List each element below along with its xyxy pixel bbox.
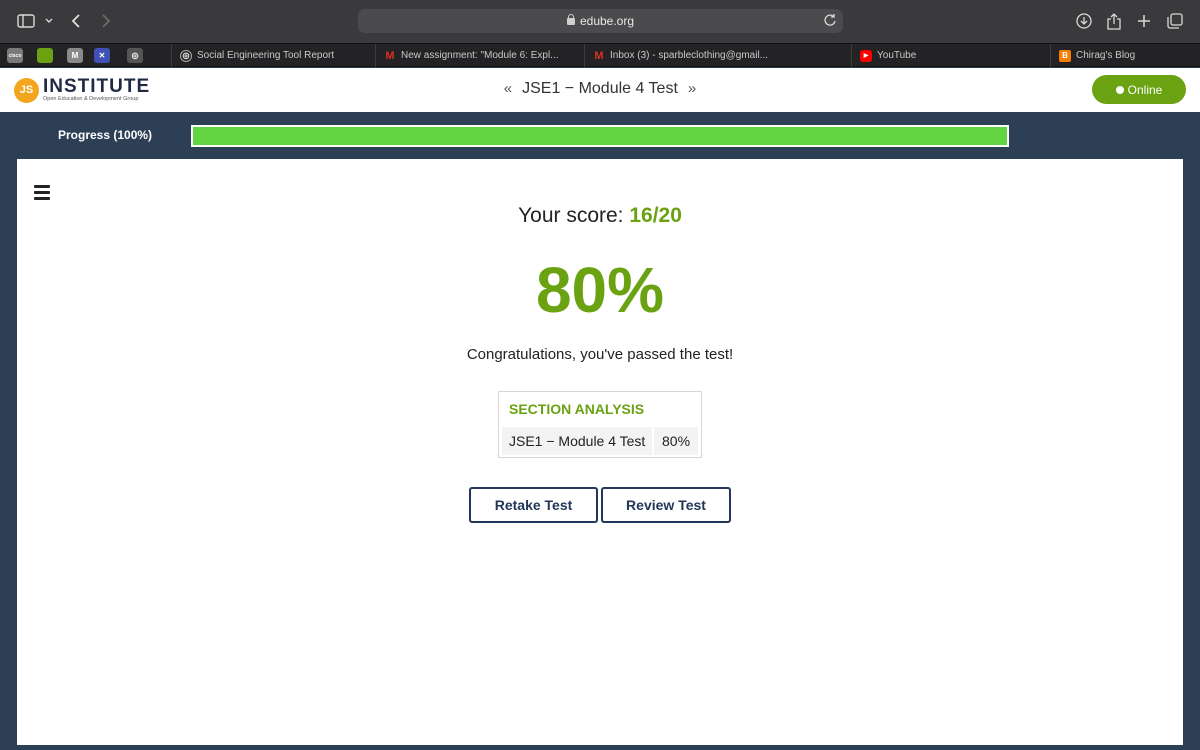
- pinned-tab-label: ✕: [98, 51, 106, 60]
- tab-title: New assignment: "Module 6: Expl...: [401, 50, 559, 61]
- tab-title: Chirag's Blog: [1076, 50, 1136, 61]
- congratulations-message: Congratulations, you've passed the test!: [466, 346, 734, 363]
- tab-chirags-blog[interactable]: B Chirag's Blog: [1050, 44, 1200, 67]
- gmail-icon: M: [594, 49, 604, 62]
- section-analysis-table: SECTION ANALYSIS JSE1 − Module 4 Test 80…: [498, 391, 702, 458]
- tab-title: Inbox (3) - sparbleclothing@gmail...: [610, 50, 768, 61]
- next-arrow-icon[interactable]: »: [688, 80, 696, 97]
- score-line: Your score: 16/20: [17, 204, 1183, 228]
- chevron-down-icon[interactable]: [42, 8, 56, 34]
- tab-bar: cisco M ✕ ◎ ◎ Social Engineering Tool Re…: [0, 43, 1200, 67]
- previous-arrow-icon[interactable]: «: [504, 80, 512, 97]
- pinned-tab-label: cisco: [8, 52, 22, 59]
- menu-icon[interactable]: [34, 185, 50, 201]
- site-header: JS INSTITUTE Open Education & Developmen…: [0, 68, 1200, 112]
- sidebar-icon[interactable]: [14, 8, 38, 34]
- reload-icon[interactable]: [823, 13, 837, 27]
- url-text: edube.org: [579, 14, 635, 28]
- section-score: 80%: [662, 433, 691, 449]
- online-status-button[interactable]: Online: [1092, 75, 1186, 104]
- retake-test-button[interactable]: Retake Test: [469, 487, 598, 523]
- pinned-tab-openai[interactable]: ◎: [127, 48, 143, 63]
- pinned-tab-x[interactable]: ✕: [94, 48, 110, 63]
- share-icon[interactable]: [1104, 8, 1124, 34]
- test-title-bar: « JSE1 − Module 4 Test »: [0, 80, 1200, 98]
- score-value: 16/20: [629, 204, 682, 227]
- youtube-icon: ▶: [860, 49, 872, 62]
- pinned-tab-label: ◎: [131, 51, 139, 60]
- blogger-icon: B: [1059, 49, 1071, 62]
- tab-social-engineering[interactable]: ◎ Social Engineering Tool Report: [171, 44, 361, 67]
- tab-youtube[interactable]: ▶ YouTube: [851, 44, 991, 67]
- score-percent: 80%: [535, 254, 665, 326]
- section-analysis-title: SECTION ANALYSIS: [509, 401, 645, 417]
- status-dot-icon: [1115, 85, 1124, 94]
- pinned-tab-m[interactable]: M: [67, 48, 83, 63]
- review-test-button[interactable]: Review Test: [601, 487, 731, 523]
- chatgpt-icon: ◎: [180, 49, 192, 62]
- lock-icon: [566, 14, 575, 25]
- tab-title: YouTube: [877, 50, 917, 61]
- tab-new-assignment[interactable]: M New assignment: "Module 6: Expl...: [375, 44, 570, 67]
- tab-inbox[interactable]: M Inbox (3) - sparbleclothing@gmail...: [584, 44, 780, 67]
- score-label: Your score:: [518, 204, 624, 227]
- progress-bar: [191, 125, 1009, 147]
- tabs-overview-icon[interactable]: [1164, 8, 1186, 34]
- table-row: JSE1 − Module 4 Test 80%: [502, 427, 698, 455]
- section-name: JSE1 − Module 4 Test: [502, 427, 654, 455]
- progress-label: Progress (100%): [58, 128, 153, 142]
- browser-toolbar: edube.org: [0, 0, 1200, 43]
- back-arrow-icon[interactable]: [66, 8, 86, 34]
- download-icon[interactable]: [1074, 8, 1094, 34]
- gmail-icon: M: [385, 49, 395, 62]
- address-bar[interactable]: edube.org: [358, 9, 843, 33]
- pinned-tab-cisco[interactable]: cisco: [7, 48, 23, 63]
- tab-title: Social Engineering Tool Report: [197, 50, 335, 61]
- pinned-tab-classroom[interactable]: [37, 48, 53, 63]
- result-card: Your score: 16/20 80% Congratulations, y…: [17, 159, 1183, 745]
- forward-arrow-icon[interactable]: [96, 8, 116, 34]
- test-title: JSE1 − Module 4 Test: [522, 80, 678, 97]
- pinned-tab-label: M: [71, 51, 79, 60]
- progress-fill: [193, 127, 1007, 145]
- plus-icon[interactable]: [1134, 8, 1154, 34]
- online-status-label: Online: [1127, 82, 1163, 97]
